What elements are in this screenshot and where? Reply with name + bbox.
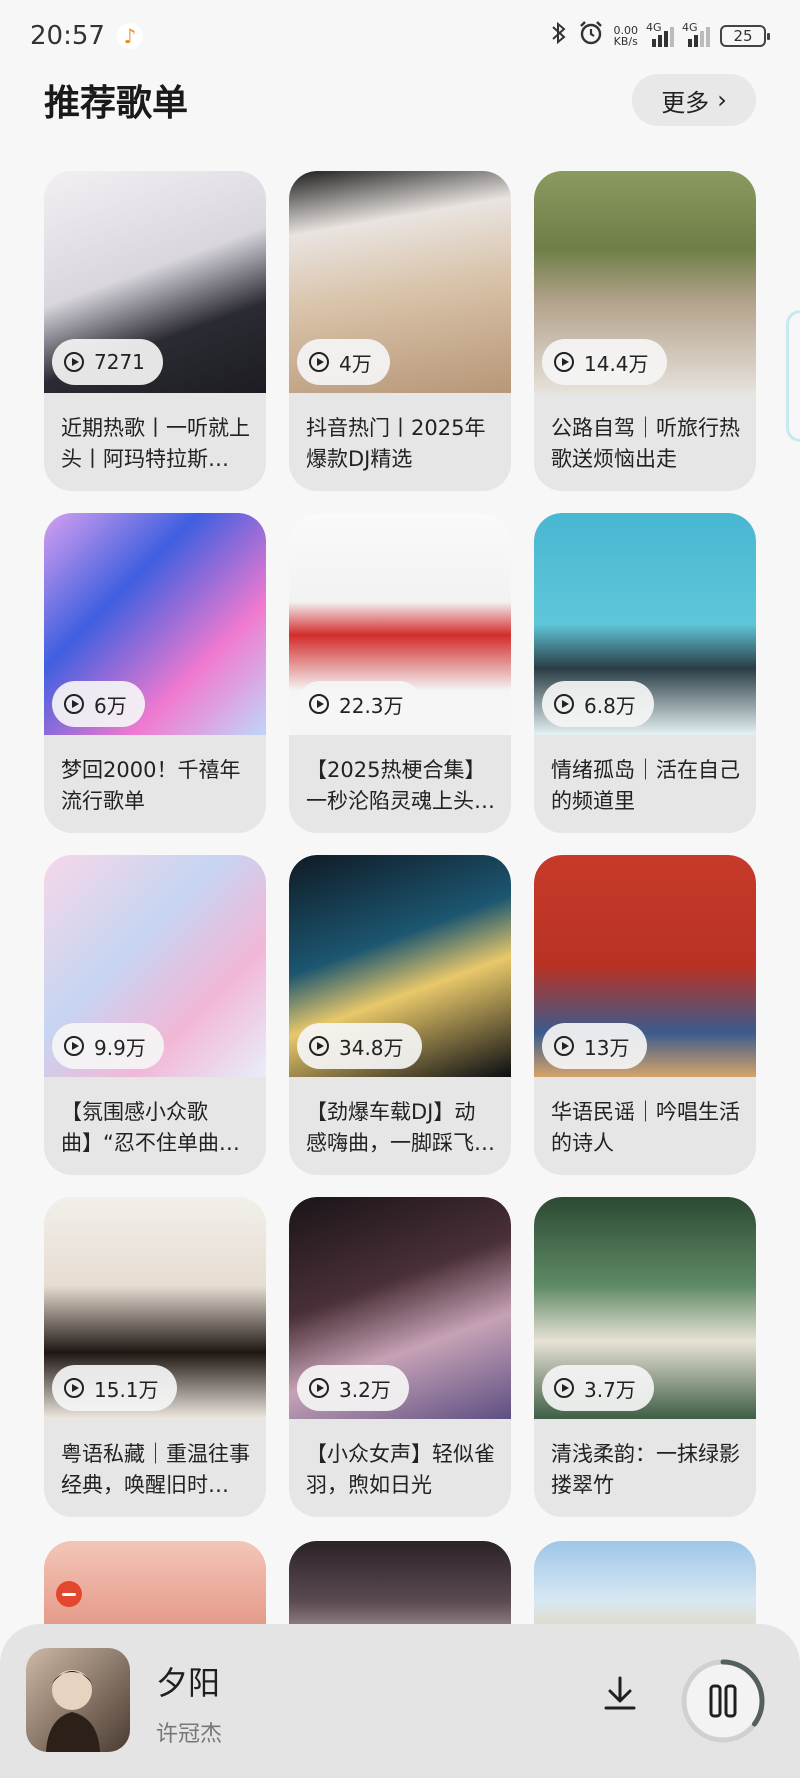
- playlist-card[interactable]: 3.2万【小众女声】轻似雀羽，煦如日光: [289, 1197, 511, 1517]
- play-count: 34.8万: [339, 1035, 404, 1060]
- pause-button[interactable]: [678, 1656, 768, 1746]
- playlist-card[interactable]: 6万梦回2000！千禧年流行歌单: [44, 513, 266, 833]
- play-count: 3.7万: [584, 1377, 636, 1402]
- anime-boy-cover[interactable]: 7271: [44, 171, 266, 393]
- play-count: 3.2万: [339, 1377, 391, 1402]
- download-icon: [604, 1676, 636, 1710]
- cantonese-cover[interactable]: 15.1万: [44, 1197, 266, 1419]
- play-count-badge: 34.8万: [297, 1023, 422, 1069]
- minus-icon[interactable]: [56, 1581, 82, 1607]
- playlist-card[interactable]: 34.8万【劲爆车载DJ】动感嗨曲，一脚踩飞…: [289, 855, 511, 1175]
- section-header: 推荐歌单 更多 ›: [0, 70, 800, 130]
- play-icon: [554, 1036, 574, 1056]
- status-bar: 20:57 ♪ 0.00 KB/s 4G 4G 25: [0, 0, 800, 72]
- cat-island-cover[interactable]: 6.8万: [534, 513, 756, 735]
- playlist-title[interactable]: 抖音热门丨2025年爆款DJ精选: [289, 393, 511, 475]
- playlist-title[interactable]: 华语民谣｜吟唱生活的诗人: [534, 1077, 756, 1159]
- page-title: 推荐歌单: [44, 83, 189, 124]
- alarm-icon: [578, 20, 604, 52]
- green-bamboo-cover[interactable]: 3.7万: [534, 1197, 756, 1419]
- play-count-badge: 9.9万: [52, 1023, 164, 1069]
- playlist-card[interactable]: 15.1万粤语私藏｜重温往事经典，唤醒旧时…: [44, 1197, 266, 1517]
- play-icon: [309, 352, 329, 372]
- pause-icon: [681, 1659, 765, 1743]
- playlist-grid: 7271 近期热歌丨一听就上头丨阿玛特拉斯… 4万 抖音热门丨2025年爆款DJ精选 1…: [44, 171, 756, 1517]
- play-count-badge: 22.3万: [297, 681, 422, 727]
- play-count: 9.9万: [94, 1035, 146, 1060]
- side-edge-handle[interactable]: [786, 310, 800, 442]
- play-count: 15.1万: [94, 1377, 159, 1402]
- network-speed: 0.00 KB/s: [613, 24, 639, 48]
- car-night-cover[interactable]: 34.8万: [289, 855, 511, 1077]
- folk-singer-cover[interactable]: 13万: [534, 855, 756, 1077]
- play-count-badge: 7271: [52, 339, 163, 385]
- play-count-badge: 3.2万: [297, 1365, 409, 1411]
- play-icon: [64, 352, 84, 372]
- female-voice-cover[interactable]: 3.2万: [289, 1197, 511, 1419]
- play-count-badge: 3.7万: [542, 1365, 654, 1411]
- playlist-card[interactable]: 6.8万情绪孤岛｜活在自己的频道里: [534, 513, 756, 833]
- road-trip-cover[interactable]: 14.4万: [534, 171, 756, 393]
- song-title[interactable]: 夕阳: [156, 1658, 220, 1704]
- play-count-badge: 13万: [542, 1023, 648, 1069]
- play-icon: [554, 694, 574, 714]
- play-count: 6.8万: [584, 693, 636, 718]
- play-count-badge: 6万: [52, 681, 145, 727]
- download-button[interactable]: [596, 1670, 644, 1718]
- play-icon: [309, 1036, 329, 1056]
- playlist-title[interactable]: 梦回2000！千禧年流行歌单: [44, 735, 266, 817]
- play-icon: [64, 1378, 84, 1398]
- play-icon: [309, 1378, 329, 1398]
- play-count: 4万: [339, 351, 372, 376]
- battery-indicator: 25: [720, 25, 770, 47]
- headphone-girl-cover[interactable]: 4万: [289, 171, 511, 393]
- more-label: 更多: [661, 88, 710, 117]
- play-count: 7271: [94, 350, 145, 374]
- more-button[interactable]: 更多 ›: [632, 74, 756, 126]
- playlist-title[interactable]: 清浅柔韵：一抹绿影搂翠竹: [534, 1419, 756, 1501]
- butterfly-cover[interactable]: 9.9万: [44, 855, 266, 1077]
- play-count: 22.3万: [339, 693, 404, 718]
- bluetooth-icon: [550, 21, 568, 51]
- playlist-title[interactable]: 【氛围感小众歌曲】“忍不住单曲…: [44, 1077, 266, 1159]
- play-count-badge: 4万: [297, 339, 390, 385]
- play-icon: [554, 1378, 574, 1398]
- chevron-right-icon: ›: [717, 86, 727, 114]
- play-count-badge: 15.1万: [52, 1365, 177, 1411]
- ultraman-cover[interactable]: 22.3万: [289, 513, 511, 735]
- playlist-card[interactable]: 4万抖音热门丨2025年爆款DJ精选: [289, 171, 511, 491]
- playlist-card[interactable]: 14.4万公路自驾｜听旅行热歌送烦恼出走: [534, 171, 756, 491]
- play-count-badge: 6.8万: [542, 681, 654, 727]
- playlist-card[interactable]: 3.7万清浅柔韵：一抹绿影搂翠竹: [534, 1197, 756, 1517]
- playlist-card[interactable]: 22.3万【2025热梗合集】一秒沦陷灵魂上头…: [289, 513, 511, 833]
- music-note-icon: ♪: [116, 23, 143, 49]
- play-count: 6万: [94, 693, 127, 718]
- playlist-title[interactable]: 【小众女声】轻似雀羽，煦如日光: [289, 1419, 511, 1501]
- playlist-title[interactable]: 公路自驾｜听旅行热歌送烦恼出走: [534, 393, 756, 475]
- playlist-card[interactable]: 9.9万【氛围感小众歌曲】“忍不住单曲…: [44, 855, 266, 1175]
- play-count: 13万: [584, 1035, 630, 1060]
- playlist-title[interactable]: 粤语私藏｜重温往事经典，唤醒旧时…: [44, 1419, 266, 1501]
- mini-player[interactable]: 夕阳 许冠杰: [0, 1624, 800, 1778]
- playlist-title[interactable]: 近期热歌丨一听就上头丨阿玛特拉斯…: [44, 393, 266, 475]
- play-count: 14.4万: [584, 351, 649, 376]
- playlist-card[interactable]: 7271 近期热歌丨一听就上头丨阿玛特拉斯…: [44, 171, 266, 491]
- play-icon: [554, 352, 574, 372]
- playlist-title[interactable]: 情绪孤岛｜活在自己的频道里: [534, 735, 756, 817]
- play-icon: [309, 694, 329, 714]
- clock: 20:57: [30, 21, 105, 51]
- y2k-cover[interactable]: 6万: [44, 513, 266, 735]
- playlist-title[interactable]: 【劲爆车载DJ】动感嗨曲，一脚踩飞…: [289, 1077, 511, 1159]
- signal-2-icon: 4G: [682, 21, 710, 47]
- play-count-badge: 14.4万: [542, 339, 667, 385]
- play-icon: [64, 694, 84, 714]
- song-artist[interactable]: 许冠杰: [156, 1716, 222, 1748]
- signal-1-icon: 4G: [646, 21, 674, 47]
- play-icon: [64, 1036, 84, 1056]
- album-art[interactable]: [26, 1648, 130, 1752]
- playlist-card[interactable]: 13万华语民谣｜吟唱生活的诗人: [534, 855, 756, 1175]
- playlist-title[interactable]: 【2025热梗合集】一秒沦陷灵魂上头…: [289, 735, 511, 817]
